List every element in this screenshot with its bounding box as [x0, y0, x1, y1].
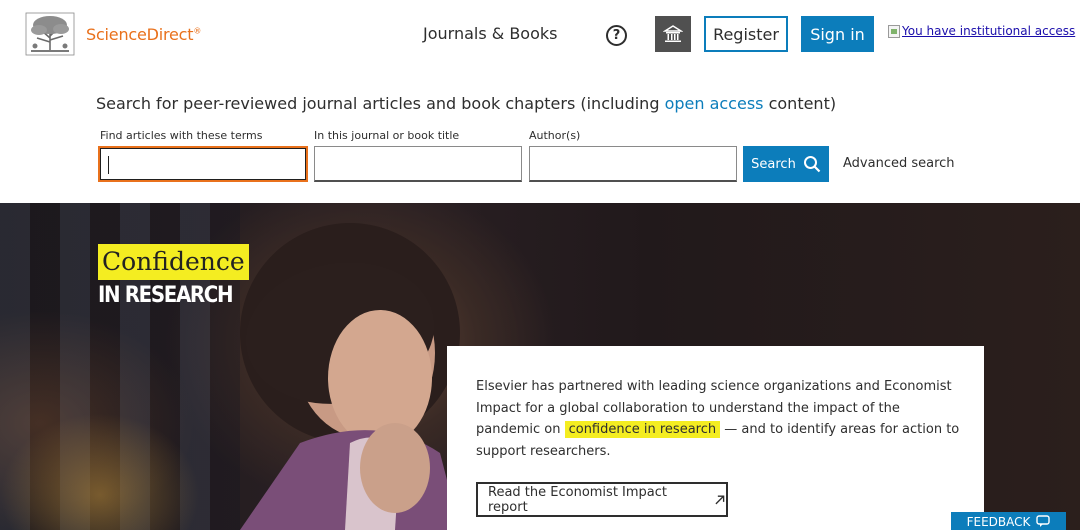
external-link-icon	[715, 494, 725, 504]
help-icon[interactable]: ?	[606, 25, 627, 46]
nav-journals-books[interactable]: Journals & Books	[423, 24, 557, 43]
search-headline: Search for peer-reviewed journal article…	[96, 94, 836, 113]
author-label: Author(s)	[529, 129, 581, 142]
search-icon	[803, 156, 821, 173]
open-access-link[interactable]: open access	[665, 94, 764, 113]
author-input[interactable]	[529, 146, 737, 182]
search-button-label: Search	[751, 156, 796, 172]
broken-image-icon	[888, 24, 900, 38]
economist-report-button[interactable]: Read the Economist Impact report	[476, 482, 728, 517]
hero-card-text: Elsevier has partnered with leading scie…	[476, 376, 966, 462]
sign-in-button[interactable]: Sign in	[801, 16, 874, 52]
hero-title-word: Confidence	[98, 244, 249, 280]
hero-card: Elsevier has partnered with leading scie…	[447, 346, 984, 530]
journal-title-input[interactable]	[314, 146, 522, 182]
register-button[interactable]: Register	[704, 16, 788, 52]
terms-input[interactable]	[98, 146, 308, 182]
terms-label: Find articles with these terms	[100, 129, 263, 142]
journal-label: In this journal or book title	[314, 129, 460, 142]
site-header: ScienceDirect® Journals & Books ? Regist…	[0, 0, 1080, 70]
chat-bubble-icon	[1036, 515, 1051, 527]
search-headline-suffix: content)	[763, 94, 837, 113]
feedback-tab[interactable]: FEEDBACK	[951, 512, 1066, 530]
search-button[interactable]: Search	[743, 146, 829, 182]
institution-button[interactable]	[655, 16, 691, 52]
brand-trademark: ®	[193, 26, 202, 36]
hero-title-sub: IN RESEARCH	[98, 283, 234, 308]
advanced-search-link[interactable]: Advanced search	[843, 156, 955, 171]
feedback-label: FEEDBACK	[966, 515, 1031, 529]
report-button-label: Read the Economist Impact report	[488, 484, 668, 515]
brand-name[interactable]: ScienceDirect®	[86, 25, 201, 44]
elsevier-tree-logo[interactable]	[25, 12, 75, 56]
hero-banner: Confidence IN RESEARCH Elsevier has part…	[0, 203, 1080, 530]
text-caret	[108, 156, 109, 174]
institutional-access-link[interactable]: You have institutional access	[888, 24, 1075, 38]
institution-icon	[663, 25, 683, 42]
hero-background-glow	[0, 413, 200, 530]
search-headline-text: Search for peer-reviewed journal article…	[96, 94, 665, 113]
confidence-highlight: confidence in research	[564, 421, 721, 438]
institutional-access-text: You have institutional access	[902, 24, 1076, 38]
